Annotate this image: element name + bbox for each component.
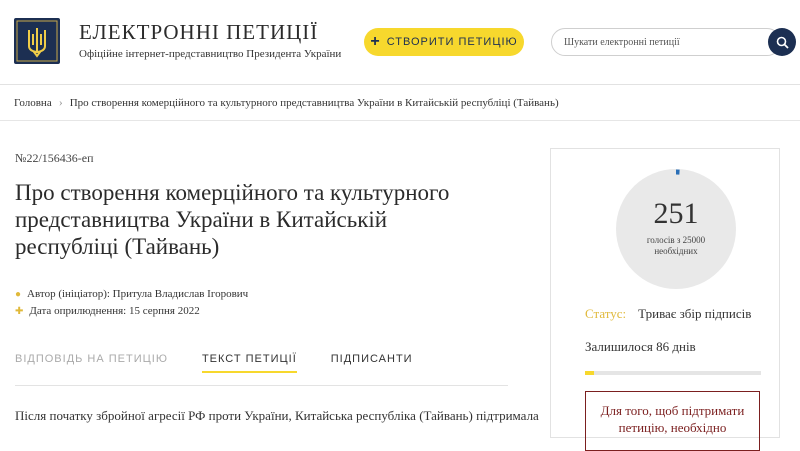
votes-count: 251 <box>653 197 699 230</box>
petition-author: ● Автор (ініціатор): Притула Владислав І… <box>15 288 248 300</box>
tabs-divider <box>15 385 508 386</box>
petition-title: Про створення комерційного та культурног… <box>15 180 450 259</box>
breadcrumb-home[interactable]: Головна <box>14 97 52 109</box>
status-value: Триває збір підписів <box>638 306 752 321</box>
chevron-right-icon: › <box>58 95 63 109</box>
tab-answer[interactable]: ВІДПОВІДЬ НА ПЕТИЦІЮ <box>15 353 168 373</box>
breadcrumb: Головна › Про створення комерційного та … <box>14 95 559 110</box>
create-petition-button[interactable]: + СТВОРИТИ ПЕТИЦІЮ <box>364 28 524 56</box>
breadcrumb-current: Про створення комерційного та культурног… <box>69 96 559 109</box>
trident-logo-icon[interactable] <box>14 18 60 64</box>
status-row: Статус: Триває збір підписів <box>585 306 751 322</box>
author-text: Автор (ініціатор): Притула Владислав Іго… <box>27 288 249 300</box>
person-icon: ● <box>15 288 22 300</box>
site-title[interactable]: ЕЛЕКТРОННІ ПЕТИЦІЇ <box>79 20 318 45</box>
search-button[interactable] <box>768 28 796 56</box>
support-notice[interactable]: Для того, щоб підтримати петицію, необхі… <box>585 391 760 451</box>
plus-icon: + <box>370 33 381 50</box>
search-icon <box>776 36 789 49</box>
petition-tabs: ВІДПОВІДЬ НА ПЕТИЦІЮ ТЕКСТ ПЕТИЦІЇ ПІДПИ… <box>15 353 447 373</box>
site-subtitle: Офіційне інтернет-представництво Президе… <box>79 48 342 60</box>
petition-number: №22/156436-еп <box>15 151 94 165</box>
divider <box>0 120 800 121</box>
petition-date: ✚ Дата оприлюднення: 15 серпня 2022 <box>15 305 200 317</box>
tab-signers[interactable]: ПІДПИСАНТИ <box>331 353 413 373</box>
create-petition-label: СТВОРИТИ ПЕТИЦІЮ <box>386 36 518 48</box>
site-header: ЕЛЕКТРОННІ ПЕТИЦІЇ Офіційне інтернет-пре… <box>0 0 800 85</box>
days-progress-bar <box>585 371 761 375</box>
search-input[interactable] <box>551 28 781 56</box>
petition-sidebar: 251 голосів з 25000 необхідних Статус: Т… <box>550 148 780 451</box>
status-label: Статус: <box>585 306 627 321</box>
days-progress-fill <box>585 371 594 375</box>
votes-caption: голосів з 25000 необхідних <box>646 235 706 256</box>
plus-small-icon: ✚ <box>15 305 24 317</box>
petition-body-text: Після початку збройної агресії РФ проти … <box>15 408 539 423</box>
date-text: Дата оприлюднення: 15 серпня 2022 <box>29 305 200 317</box>
days-remaining: Залишилося 86 днів <box>585 339 696 354</box>
tab-petition-text[interactable]: ТЕКСТ ПЕТИЦІЇ <box>201 353 297 373</box>
